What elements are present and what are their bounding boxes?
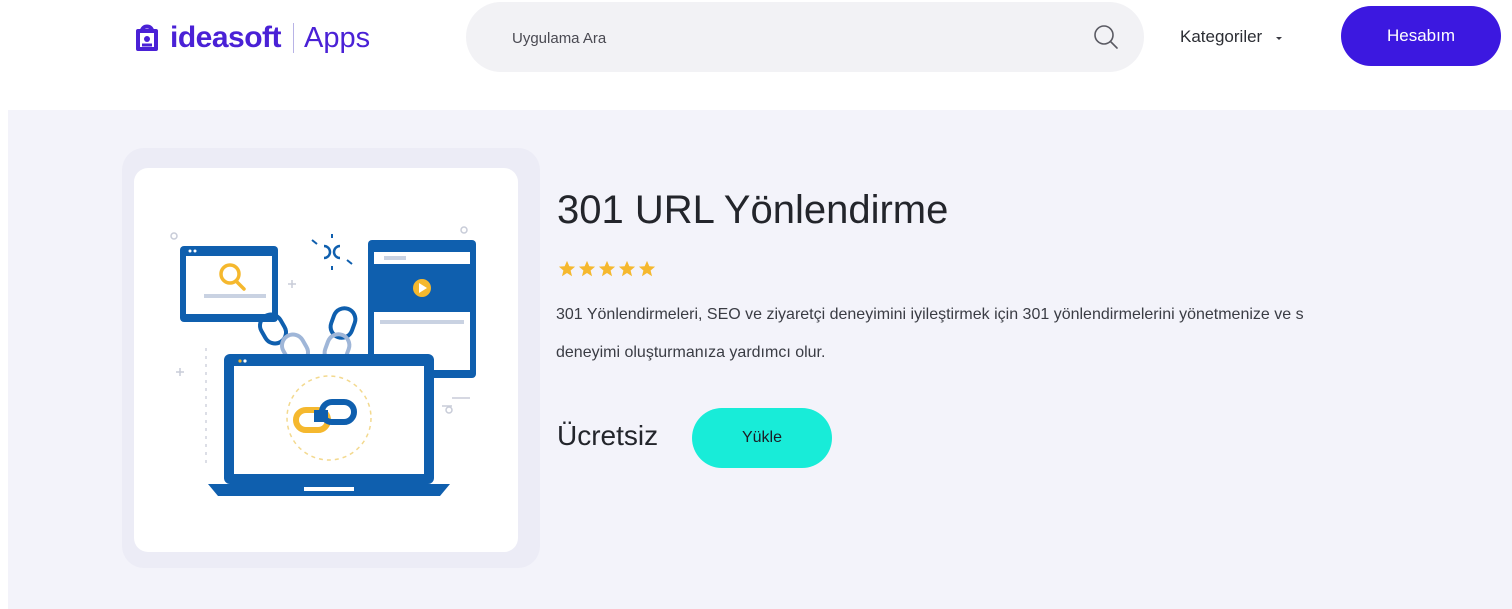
description-line: deneyimi oluşturmanıza yardımcı olur. [556, 344, 826, 361]
rating-stars [558, 260, 658, 278]
app-title: 301 URL Yönlendirme [557, 188, 949, 232]
account-button[interactable]: Hesabım [1341, 6, 1501, 66]
star-icon [558, 260, 576, 277]
price-label: Ücretsiz [557, 420, 659, 451]
search-input[interactable] [510, 24, 1074, 52]
redirect-illustration [170, 226, 476, 496]
chevron-down-icon [1276, 36, 1283, 40]
logo-suffix: Apps [304, 21, 371, 54]
logo-name: ideasoft [170, 21, 282, 54]
logo-divider [293, 23, 295, 53]
categories-dropdown[interactable]: Kategoriler [1180, 24, 1284, 50]
star-icon [598, 260, 616, 277]
star-icon [578, 260, 596, 277]
install-button[interactable]: Yükle [692, 408, 832, 468]
ideasoft-logo[interactable]: ideasoft Apps [130, 16, 370, 60]
app-description: 301 Yönlendirmeleri, SEO ve ziyaretçi de… [556, 296, 1512, 372]
search-bar [466, 2, 1144, 72]
star-icon [618, 260, 636, 277]
description-line: 301 Yönlendirmeleri, SEO ve ziyaretçi de… [556, 306, 1304, 323]
search-icon[interactable] [1092, 23, 1120, 51]
top-header: ideasoft Apps Kategoriler Hesabım [0, 0, 1512, 110]
app-image-card [134, 168, 518, 552]
ideasoft-logo-icon [136, 24, 158, 51]
categories-label: Kategoriler [1180, 27, 1263, 46]
app-detail-section: 301 URL Yönlendirme 301 Yönlendirmeleri,… [8, 110, 1512, 609]
star-icon [638, 260, 656, 277]
